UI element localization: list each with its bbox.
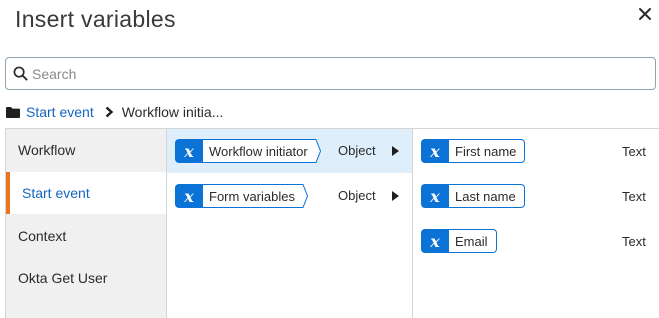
variable-chip[interactable]: x Last name [421, 184, 525, 208]
variable-chip[interactable]: x Form variables [175, 184, 308, 208]
search-icon [13, 66, 28, 81]
breadcrumb-current: Workflow initia... [121, 104, 224, 120]
variable-name: Last name [449, 184, 525, 208]
variable-type: Text [622, 234, 646, 249]
variable-x-icon: x [175, 139, 203, 163]
nav-item-workflow[interactable]: Workflow [6, 129, 166, 171]
category-nav: Workflow Start event Context Okta Get Us… [6, 129, 167, 318]
search-input[interactable] [32, 65, 632, 82]
variable-type: Text [622, 189, 646, 204]
chip-arrow-tip [311, 139, 321, 163]
breadcrumb-link-start-event[interactable]: Start event [26, 104, 94, 120]
nav-item-context[interactable]: Context [6, 215, 166, 257]
close-icon[interactable] [638, 7, 652, 21]
variable-name: Form variables [203, 184, 299, 208]
nav-item-label: Okta Get User [18, 270, 108, 286]
variable-name: Workflow initiator [203, 139, 312, 163]
nav-item-start-event[interactable]: Start event [6, 172, 166, 214]
nav-item-label: Context [18, 228, 67, 244]
variable-x-icon: x [421, 184, 449, 208]
list-item-form-variables[interactable]: x Form variables Object [167, 174, 412, 218]
nav-item-label: Workflow [18, 142, 76, 158]
object-list: x Workflow initiator Object x Form varia… [167, 129, 413, 318]
dialog-title: Insert variables [15, 6, 176, 32]
variable-type: Object [338, 188, 376, 203]
nav-item-okta-get-user[interactable]: Okta Get User [6, 257, 166, 299]
caret-right-icon[interactable] [392, 146, 399, 156]
variable-chip[interactable]: x Workflow initiator [175, 139, 321, 163]
variable-chip[interactable]: x Email [421, 229, 497, 253]
variable-name: First name [449, 139, 526, 163]
breadcrumb: Start event Workflow initia... [6, 103, 223, 121]
nav-item-label: Start event [22, 185, 90, 201]
chip-arrow-tip [298, 184, 308, 208]
list-item-workflow-initiator[interactable]: x Workflow initiator Object [167, 129, 412, 173]
search-box [5, 57, 656, 90]
folder-icon [6, 106, 20, 118]
caret-right-icon[interactable] [392, 191, 399, 201]
variable-chip[interactable]: x First name [421, 139, 526, 163]
property-list: x First name Text x Last name Text x Ema… [414, 129, 659, 318]
variable-x-icon: x [421, 139, 449, 163]
variable-name: Email [449, 229, 497, 253]
chevron-right-icon [105, 106, 113, 118]
variable-type: Object [338, 143, 376, 158]
variable-browser: Workflow Start event Context Okta Get Us… [5, 128, 659, 318]
variable-type: Text [622, 144, 646, 159]
variable-x-icon: x [421, 229, 449, 253]
variable-x-icon: x [175, 184, 203, 208]
